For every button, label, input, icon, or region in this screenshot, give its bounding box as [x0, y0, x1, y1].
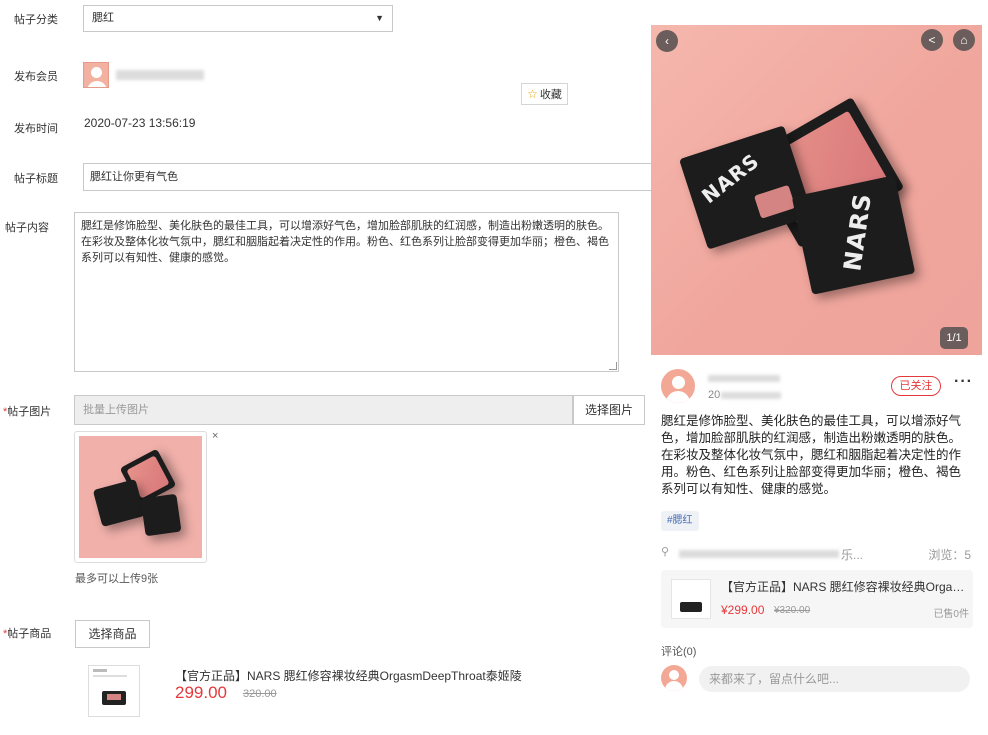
- member-label: 发布会员: [14, 71, 58, 83]
- preview-goods-title: 【官方正品】NARS 腮红修容裸妆经典Orgas...: [721, 580, 966, 594]
- preview-goods-sold: 已售0件: [933, 609, 969, 620]
- comment-count: 评论(0): [661, 646, 697, 658]
- view-count: 浏览：5: [928, 548, 971, 562]
- comment-input[interactable]: 来都来了，留点什么吧...: [699, 666, 970, 692]
- content-textarea[interactable]: 腮红是修饰脸型、美化肤色的最佳工具，可以增添好气色，增加脸部肌肤的红润感，制造出…: [74, 212, 619, 372]
- post-edit-form: 帖子分类 腮红 ▼ 发布会员 ☆ 收藏 发布时间 2020-07-23 13:5…: [0, 0, 658, 735]
- more-options-icon[interactable]: ···: [954, 373, 973, 391]
- location-icon: ⚲: [661, 546, 670, 558]
- star-icon: ☆: [527, 87, 538, 101]
- upload-limit-hint: 最多可以上传9张: [75, 573, 159, 585]
- preview-user-avatar: [661, 369, 695, 403]
- remove-image-icon[interactable]: ×: [212, 430, 218, 442]
- home-icon[interactable]: ⌂: [953, 29, 975, 51]
- images-label: 帖子图片: [3, 403, 51, 419]
- pick-image-button[interactable]: 选择图片: [573, 395, 645, 425]
- preview-user-date: 20: [708, 389, 721, 401]
- location-redacted: [679, 550, 839, 558]
- share-icon[interactable]: <: [921, 29, 943, 51]
- batch-upload-field[interactable]: 批量上传图片: [74, 395, 573, 425]
- content-textarea-value: 腮红是修饰脸型、美化肤色的最佳工具，可以增添好气色，增加脸部肌肤的红润感，制造出…: [81, 220, 609, 264]
- category-select[interactable]: 腮红 ▼: [83, 5, 393, 32]
- location-row: ⚲ 乐... 浏览：5: [661, 545, 971, 563]
- comment-placeholder: 来都来了，留点什么吧...: [709, 672, 840, 686]
- member-avatar: [83, 62, 109, 88]
- batch-upload-placeholder: 批量上传图片: [83, 404, 149, 416]
- comment-avatar: [661, 665, 687, 691]
- preview-user-name-redacted: [708, 375, 780, 382]
- time-value: 2020-07-23 13:56:19: [84, 116, 196, 130]
- favorite-label: 收藏: [539, 89, 562, 101]
- favorite-button[interactable]: ☆ 收藏: [521, 83, 568, 105]
- follow-button[interactable]: 已关注: [891, 376, 941, 396]
- image-counter: 1/1: [940, 327, 968, 349]
- category-value: 腮红: [92, 12, 114, 24]
- topic-tag[interactable]: #腮红: [661, 511, 699, 531]
- preview-goods-card[interactable]: 【官方正品】NARS 腮红修容裸妆经典Orgas... ¥299.00 ¥320…: [661, 570, 973, 628]
- category-label: 帖子分类: [14, 14, 58, 26]
- preview-hero-image: NARS NARS ‹ < ⌂ 1/1: [651, 25, 982, 355]
- title-label: 帖子标题: [14, 173, 58, 185]
- back-icon[interactable]: ‹: [656, 30, 678, 52]
- title-input-value: 腮红让你更有气色: [90, 171, 178, 183]
- preview-goods-thumbnail: [671, 579, 711, 619]
- preview-goods-original-price: ¥320.00: [774, 605, 811, 616]
- title-input[interactable]: 腮红让你更有气色: [83, 163, 658, 191]
- goods-thumbnail: [88, 665, 140, 717]
- preview-user-date-redacted: [721, 392, 781, 399]
- preview-content: 腮红是修饰脸型、美化肤色的最佳工具，可以增添好气色，增加脸部肌肤的红润感，制造出…: [661, 414, 962, 496]
- goods-title: 【官方正品】NARS 腮红修容裸妆经典OrgasmDeepThroat泰姬陵: [175, 669, 522, 683]
- goods-price: 299.00: [175, 683, 227, 702]
- blush-product-image: [79, 436, 202, 558]
- goods-original-price: 320.00: [243, 688, 277, 700]
- chevron-down-icon: ▼: [375, 13, 384, 23]
- preview-goods-price: ¥299.00: [721, 603, 765, 617]
- time-label: 发布时间: [14, 123, 58, 135]
- pick-goods-button[interactable]: 选择商品: [75, 620, 150, 648]
- goods-label: 帖子商品: [3, 625, 51, 641]
- content-label: 帖子内容: [5, 222, 49, 234]
- resize-grip-icon[interactable]: [609, 362, 617, 370]
- mobile-preview: NARS NARS ‹ < ⌂ 1/1 20 已关注 ··· 腮红是修饰脸型、美…: [651, 25, 988, 715]
- compact-right: NARS: [791, 175, 916, 295]
- member-name-redacted: [116, 70, 204, 80]
- location-suffix: 乐...: [841, 548, 864, 562]
- uploaded-image-thumbnail[interactable]: [74, 431, 207, 563]
